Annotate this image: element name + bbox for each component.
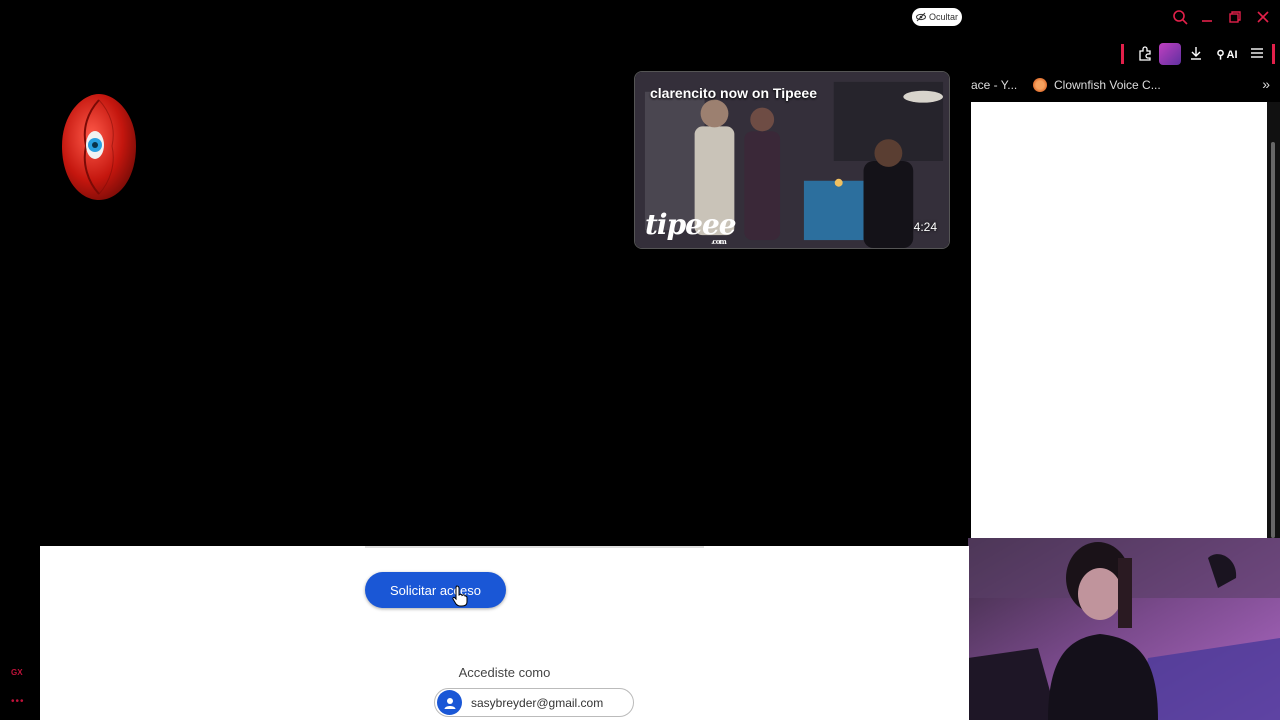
menu-icon[interactable] — [1247, 45, 1267, 65]
profile-avatar-icon[interactable] — [1159, 43, 1181, 65]
chevron-double-right-icon[interactable]: » — [1262, 76, 1270, 92]
download-icon[interactable] — [1186, 45, 1206, 65]
tipeee-logo-sub: .com — [711, 237, 727, 246]
account-chip[interactable]: sasybreyder@gmail.com — [434, 688, 634, 717]
scrollbar[interactable] — [1267, 102, 1280, 538]
browser-page-content[interactable] — [971, 102, 1267, 538]
bookmarks-bar: ace - Y... Clownfish Voice C... » — [971, 74, 1280, 96]
bookmark-item[interactable]: Clownfish Voice C... — [1054, 78, 1161, 92]
ai-label: AI — [1226, 49, 1238, 61]
clownfish-favicon-icon — [1033, 78, 1047, 92]
lips-eye-logo — [58, 92, 140, 202]
restore-icon[interactable] — [1226, 9, 1244, 27]
account-avatar-icon — [437, 690, 462, 715]
scrollbar-thumb[interactable] — [1271, 142, 1275, 538]
toolbar-edge-bar — [1272, 44, 1275, 64]
signed-in-label: Accediste como — [458, 665, 551, 680]
request-access-panel: Solicitar acceso Accediste como sasybrey… — [40, 546, 969, 720]
account-email: sasybreyder@gmail.com — [471, 695, 604, 710]
tipeee-logo: tipeee .com — [645, 208, 737, 246]
toolbar-divider — [1121, 44, 1124, 64]
bookmark-item[interactable]: ace - Y... — [971, 78, 1017, 92]
close-icon[interactable] — [1254, 9, 1272, 27]
search-icon[interactable] — [1171, 9, 1189, 27]
request-access-button[interactable]: Solicitar acceso — [365, 572, 506, 608]
gx-brand-label[interactable]: GX — [11, 668, 23, 677]
video-duration: 4:24 — [913, 220, 937, 234]
hide-overlay-button[interactable]: Ocultar — [912, 8, 962, 26]
hide-overlay-label: Ocultar — [928, 12, 958, 22]
extensions-icon[interactable] — [1135, 45, 1155, 65]
minimize-icon[interactable] — [1198, 9, 1216, 27]
ai-button[interactable]: ⚲ AI — [1212, 45, 1242, 65]
tipeee-video-card[interactable]: clarencito now on Tipeee tipeee .com 4:2… — [634, 71, 950, 249]
more-options-icon[interactable]: ••• — [11, 696, 25, 707]
webcam-feed — [968, 538, 1280, 720]
eye-off-icon — [915, 12, 926, 22]
panel-divider — [365, 546, 704, 548]
pin-icon: ⚲ — [1216, 49, 1225, 61]
hand-cursor-icon — [452, 585, 468, 607]
video-title: clarencito now on Tipeee — [650, 85, 818, 101]
